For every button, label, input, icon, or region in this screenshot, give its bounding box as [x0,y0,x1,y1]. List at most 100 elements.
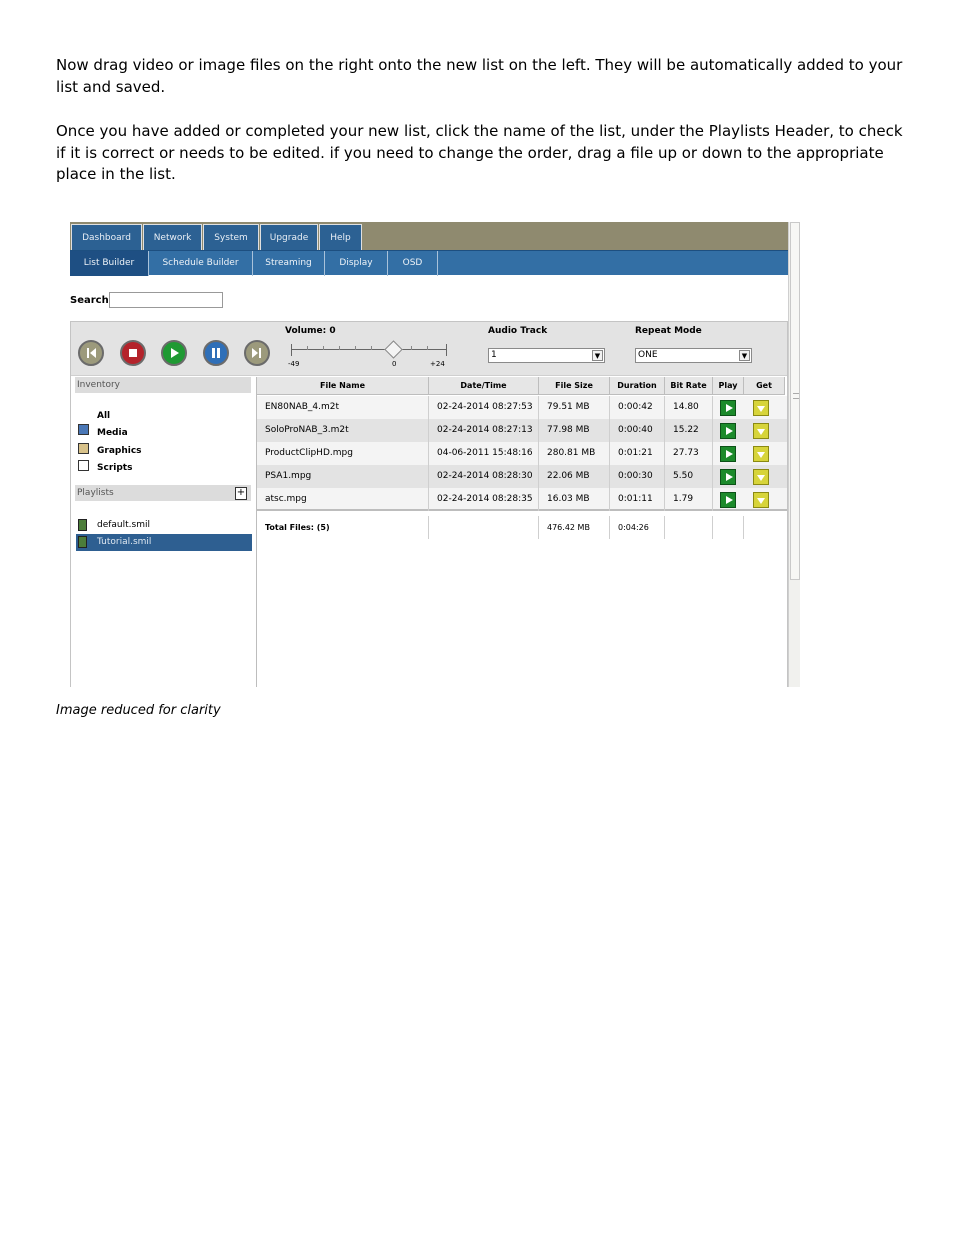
file-duration: 0:00:42 [610,396,665,419]
inventory-media[interactable]: Media [97,428,128,438]
play-file-icon[interactable] [720,400,736,416]
image-caption: Image reduced for clarity [56,703,221,718]
slider-min: -49 [288,360,300,368]
total-empty-cell [713,516,744,539]
inventory-scripts[interactable]: Scripts [97,463,132,473]
play-file-icon[interactable] [720,469,736,485]
col-header-duration[interactable]: Duration [610,377,665,395]
instruction-paragraph-2: Once you have added or completed your ne… [56,122,903,183]
file-bitrate: 1.79 [665,488,713,511]
tab-upgrade[interactable]: Upgrade [260,224,318,250]
playlist-name: Tutorial.smil [97,537,152,547]
tab-osd[interactable]: OSD [388,251,438,276]
total-empty-cell [429,516,539,539]
download-icon[interactable] [753,400,769,416]
playlists-header: Playlists [75,485,251,501]
sub-nav: List Builder Schedule Builder Streaming … [70,250,788,276]
download-icon[interactable] [753,469,769,485]
vertical-scrollbar[interactable] [788,222,800,687]
search-input[interactable] [109,292,223,308]
playlist-name: default.smil [97,520,150,530]
col-header-date-time[interactable]: Date/Time [429,377,539,395]
tab-help[interactable]: Help [319,224,362,250]
play-file-icon[interactable] [720,492,736,508]
tab-display[interactable]: Display [325,251,388,276]
play-file-icon[interactable] [720,423,736,439]
volume-slider-track[interactable] [291,349,447,350]
list-builder-screenshot: Dashboard Network System Upgrade Help Li… [70,222,800,687]
file-duration: 0:01:21 [610,442,665,465]
file-name: EN80NAB_4.m2t [257,396,429,419]
play-file-icon[interactable] [720,446,736,462]
inventory-all[interactable]: All [97,411,110,421]
total-size: 476.42 MB [539,516,610,539]
audio-track-select[interactable]: 1 ▼ [488,348,605,363]
forward-button[interactable] [244,340,270,366]
slider-max: +24 [430,360,445,368]
script-icon [78,460,89,471]
playlist-item[interactable]: default.smil [76,517,252,534]
player-panel: Volume: 0 -49 0 +24 Audio Track 1 ▼ Repe… [70,321,788,687]
tab-system[interactable]: System [203,224,259,250]
file-datetime: 02-24-2014 08:28:35 [429,488,539,511]
file-bitrate: 5.50 [665,465,713,488]
file-size: 77.98 MB [539,419,610,442]
play-button[interactable] [161,340,187,366]
pause-icon [212,348,220,358]
col-header-get: Get [744,377,785,395]
download-icon[interactable] [753,492,769,508]
rewind-button[interactable] [78,340,104,366]
top-nav: Dashboard Network System Upgrade Help [70,222,788,250]
file-duration: 0:00:40 [610,419,665,442]
inventory-header: Inventory [75,377,251,393]
col-header-file-name[interactable]: File Name [257,377,429,395]
play-icon [171,348,179,358]
search-label: Search [70,295,109,306]
tab-list-builder[interactable]: List Builder [70,251,149,276]
chevron-down-icon: ▼ [592,350,603,361]
playlist-icon [78,536,87,548]
col-header-play: Play [713,377,744,395]
file-name: SoloProNAB_3.m2t [257,419,429,442]
total-empty-cell [665,516,713,539]
file-size: 79.51 MB [539,396,610,419]
col-header-bit-rate[interactable]: Bit Rate [665,377,713,395]
file-name: ProductClipHD.mpg [257,442,429,465]
repeat-mode-value: ONE [638,350,658,360]
total-files: Total Files: (5) [257,516,429,539]
file-datetime: 04-06-2011 15:48:16 [429,442,539,465]
playlist-item-selected[interactable]: Tutorial.smil [76,534,252,551]
file-bitrate: 27.73 [665,442,713,465]
inventory-graphics[interactable]: Graphics [97,446,142,456]
rewind-icon [87,348,96,358]
playback-controls: Volume: 0 -49 0 +24 Audio Track 1 ▼ Repe… [71,322,787,376]
tab-network[interactable]: Network [143,224,202,250]
playlist-icon [78,519,87,531]
chevron-down-icon: ▼ [739,350,750,361]
tab-schedule-builder[interactable]: Schedule Builder [149,251,253,276]
repeat-mode-label: Repeat Mode [635,326,702,336]
file-datetime: 02-24-2014 08:27:53 [429,396,539,419]
total-duration: 0:04:26 [610,516,665,539]
library-pane: Inventory All Media Graphics Scripts Pla… [71,377,257,687]
scrollbar-thumb[interactable] [790,222,800,580]
tab-dashboard[interactable]: Dashboard [71,224,142,250]
volume-slider-knob[interactable] [384,340,403,359]
file-bitrate: 14.80 [665,396,713,419]
file-bitrate: 15.22 [665,419,713,442]
file-size: 280.81 MB [539,442,610,465]
pause-button[interactable] [203,340,229,366]
file-duration: 0:01:11 [610,488,665,511]
stop-icon [129,349,137,357]
volume-label: Volume: 0 [285,326,336,336]
file-size: 16.03 MB [539,488,610,511]
download-icon[interactable] [753,423,769,439]
repeat-mode-select[interactable]: ONE ▼ [635,348,752,363]
tab-streaming[interactable]: Streaming [253,251,325,276]
file-name: PSA1.mpg [257,465,429,488]
add-playlist-icon[interactable]: + [235,487,247,500]
file-name: atsc.mpg [257,488,429,511]
download-icon[interactable] [753,446,769,462]
col-header-file-size[interactable]: File Size [539,377,610,395]
stop-button[interactable] [120,340,146,366]
